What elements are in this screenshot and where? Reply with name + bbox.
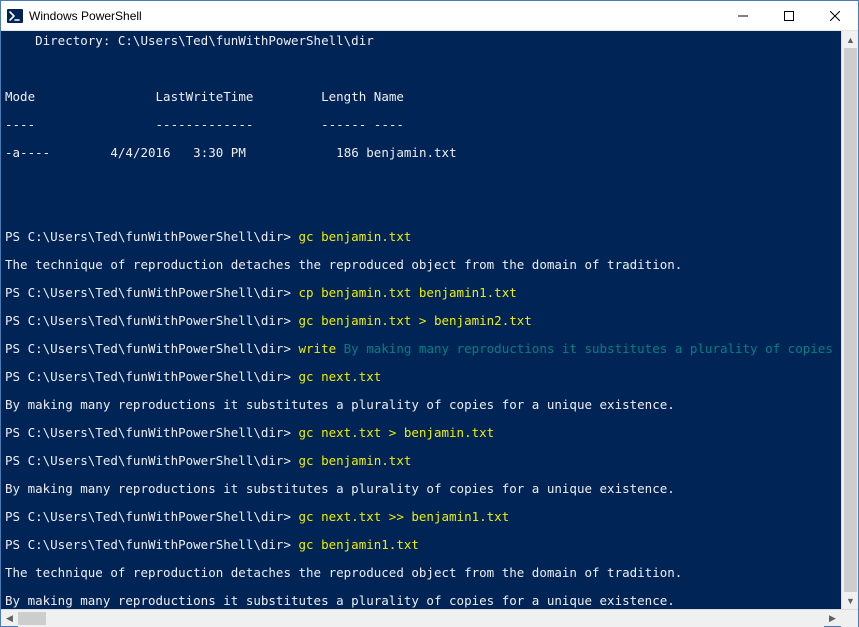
- output-line: By making many reproductions it substitu…: [5, 482, 841, 496]
- vertical-scrollbar[interactable]: ▲ ▼: [841, 31, 858, 609]
- blank-line: [5, 174, 841, 188]
- col-mode: Mode: [5, 89, 35, 104]
- command: gc next.txt: [299, 369, 382, 384]
- cmd-line: PS C:\Users\Ted\funWithPowerShell\dir> g…: [5, 538, 841, 552]
- cmd-line: PS C:\Users\Ted\funWithPowerShell\dir> g…: [5, 426, 841, 440]
- prompt: PS C:\Users\Ted\funWithPowerShell\dir>: [5, 369, 299, 384]
- horizontal-scroll-track[interactable]: [18, 610, 824, 627]
- cmd-line: PS C:\Users\Ted\funWithPowerShell\dir> g…: [5, 370, 841, 384]
- window-title: Windows PowerShell: [29, 9, 720, 23]
- output-line: The technique of reproduction detaches t…: [5, 258, 841, 272]
- directory-header: Directory: C:\Users\Ted\funWithPowerShel…: [5, 34, 841, 48]
- dash-name: ----: [374, 117, 404, 132]
- row-date: 4/4/2016: [110, 145, 170, 160]
- col-length: Length: [321, 89, 366, 104]
- command: gc benjamin.txt: [299, 229, 412, 244]
- powershell-icon: [7, 8, 23, 24]
- blank-line: [5, 62, 841, 76]
- output-line: By making many reproductions it substitu…: [5, 398, 841, 412]
- vertical-scroll-thumb[interactable]: [844, 48, 857, 592]
- prompt: PS C:\Users\Ted\funWithPowerShell\dir>: [5, 537, 299, 552]
- command: write: [299, 341, 344, 356]
- cmd-line: PS C:\Users\Ted\funWithPowerShell\dir> g…: [5, 230, 841, 244]
- col-lastwrite: LastWriteTime: [156, 89, 254, 104]
- col-name: Name: [374, 89, 404, 104]
- window-controls: [720, 1, 858, 30]
- column-headers: Mode LastWriteTime Length Name: [5, 90, 841, 104]
- minimize-button[interactable]: [720, 1, 766, 30]
- command: gc next.txt >> benjamin1.txt: [299, 509, 510, 524]
- vertical-scroll-track[interactable]: [842, 48, 858, 592]
- close-button[interactable]: [812, 1, 858, 30]
- powershell-window: Windows PowerShell Directory: C:\Users\T…: [0, 0, 859, 627]
- terminal-area: Directory: C:\Users\Ted\funWithPowerShel…: [1, 31, 858, 626]
- prompt: PS C:\Users\Ted\funWithPowerShell\dir>: [5, 425, 299, 440]
- output-line: By making many reproductions it substitu…: [5, 594, 841, 608]
- horizontal-scrollbar[interactable]: ◀ ▶: [1, 609, 858, 626]
- scroll-left-button[interactable]: ◀: [1, 610, 18, 627]
- scroll-right-button[interactable]: ▶: [824, 610, 841, 627]
- prompt: PS C:\Users\Ted\funWithPowerShell\dir>: [5, 313, 299, 328]
- scroll-up-button[interactable]: ▲: [842, 31, 859, 48]
- column-dashes: ---- ------------- ------ ----: [5, 118, 841, 132]
- dash-lastwrite: -------------: [156, 117, 254, 132]
- blank-line: [5, 202, 841, 216]
- command: gc benjamin.txt > benjamin2.txt: [299, 313, 532, 328]
- row-name: benjamin.txt: [366, 145, 456, 160]
- dash-length: ------: [321, 117, 366, 132]
- horizontal-scroll-thumb[interactable]: [18, 612, 46, 625]
- maximize-button[interactable]: [766, 1, 812, 30]
- output-line: The technique of reproduction detaches t…: [5, 566, 841, 580]
- command: gc next.txt > benjamin.txt: [299, 425, 495, 440]
- cmd-line: PS C:\Users\Ted\funWithPowerShell\dir> g…: [5, 510, 841, 524]
- command: gc benjamin.txt: [299, 453, 412, 468]
- prompt: PS C:\Users\Ted\funWithPowerShell\dir>: [5, 285, 299, 300]
- prompt: PS C:\Users\Ted\funWithPowerShell\dir>: [5, 453, 299, 468]
- command: gc benjamin1.txt: [299, 537, 419, 552]
- prompt: PS C:\Users\Ted\funWithPowerShell\dir>: [5, 509, 299, 524]
- prompt: PS C:\Users\Ted\funWithPowerShell\dir>: [5, 229, 299, 244]
- row-mode: -a----: [5, 145, 50, 160]
- cmd-line: PS C:\Users\Ted\funWithPowerShell\dir> g…: [5, 314, 841, 328]
- command: cp benjamin.txt benjamin1.txt: [299, 285, 517, 300]
- dash-mode: ----: [5, 117, 35, 132]
- file-row: -a---- 4/4/2016 3:30 PM 186 benjamin.txt: [5, 146, 841, 160]
- scroll-down-button[interactable]: ▼: [842, 592, 859, 609]
- row-length: 186: [336, 145, 359, 160]
- terminal[interactable]: Directory: C:\Users\Ted\funWithPowerShel…: [1, 31, 841, 609]
- cmd-line: PS C:\Users\Ted\funWithPowerShell\dir> g…: [5, 454, 841, 468]
- cmd-line: PS C:\Users\Ted\funWithPowerShell\dir> w…: [5, 342, 841, 356]
- highlighted-text: By making many reproductions it substitu…: [344, 341, 841, 356]
- cmd-line: PS C:\Users\Ted\funWithPowerShell\dir> c…: [5, 286, 841, 300]
- scrollbar-corner: [841, 610, 858, 627]
- prompt: PS C:\Users\Ted\funWithPowerShell\dir>: [5, 341, 299, 356]
- titlebar[interactable]: Windows PowerShell: [1, 1, 858, 31]
- row-time: 3:30 PM: [193, 145, 246, 160]
